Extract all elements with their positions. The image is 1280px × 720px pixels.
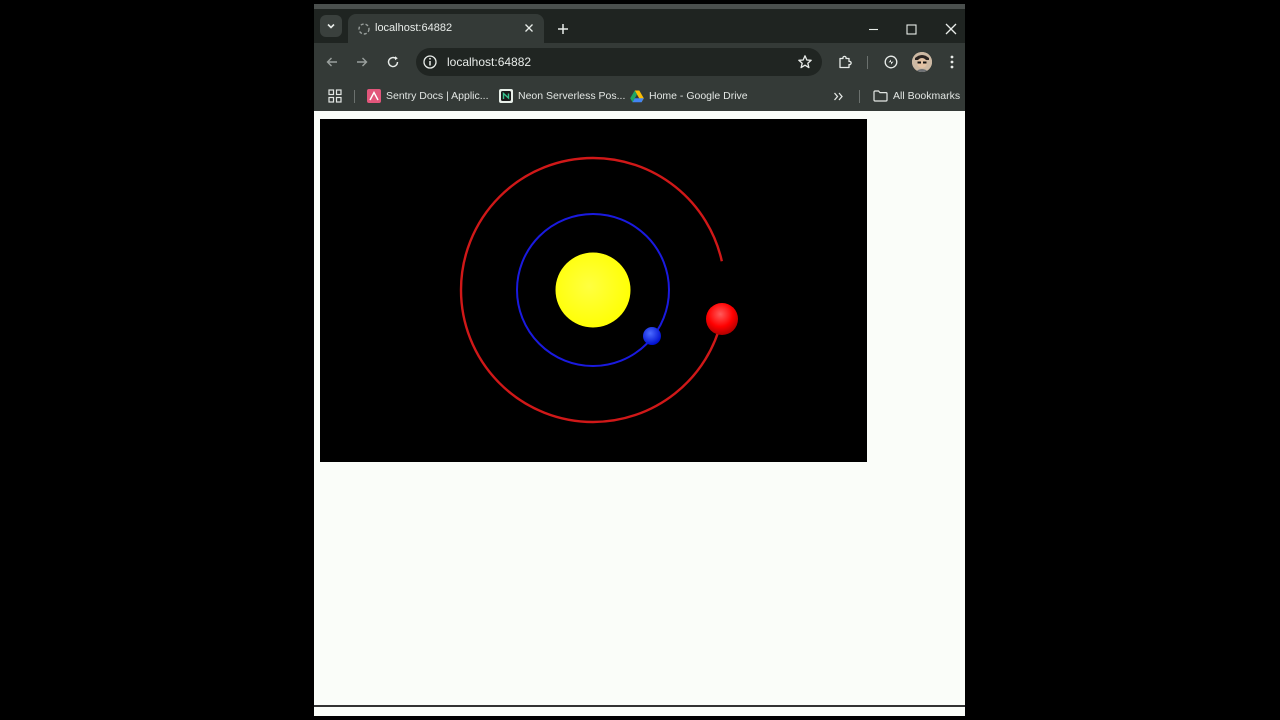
maximize-button[interactable] [898, 17, 924, 41]
bookmark-item-neon[interactable]: Neon Serverless Pos... [499, 88, 625, 104]
new-tab-button[interactable] [552, 18, 574, 40]
more-vertical-icon [950, 55, 954, 69]
extensions-button[interactable] [834, 51, 856, 73]
tab-close-button[interactable] [520, 19, 538, 37]
bookmarks-divider [859, 90, 860, 103]
sync-icon [884, 55, 898, 69]
chevron-down-icon [327, 23, 335, 29]
toolbar-divider [867, 56, 868, 69]
tab-title: localhost:64882 [375, 22, 453, 34]
bookmark-label: Neon Serverless Pos... [518, 90, 626, 102]
bookmark-label: Sentry Docs | Applic... [386, 90, 489, 102]
navigation-toolbar: localhost:64882 [314, 43, 965, 81]
outer-planet [706, 303, 738, 335]
profile-avatar[interactable] [912, 52, 932, 72]
bookmarks-divider [354, 90, 355, 103]
solar-system-canvas [320, 119, 867, 462]
google-drive-icon [630, 90, 644, 102]
reload-button[interactable] [382, 51, 404, 73]
active-tab[interactable]: localhost:64882 [348, 14, 544, 43]
tab-search-button[interactable] [320, 15, 342, 37]
url-text: localhost:64882 [447, 55, 532, 69]
bottom-border [314, 705, 965, 707]
bookmarks-bar: Sentry Docs | Applic... Neon Serverless … [314, 81, 965, 111]
page-content [314, 111, 965, 709]
screen: localhost:64882 localhost:64882 Sentry D… [0, 0, 1280, 720]
profile-photo-icon [912, 52, 932, 72]
page-favicon-icon [358, 23, 370, 35]
bookmark-star-icon[interactable] [797, 54, 813, 70]
arrow-left-icon [326, 57, 337, 67]
minimize-icon [868, 28, 878, 30]
minimize-button[interactable] [860, 17, 886, 41]
reload-icon [387, 56, 399, 68]
close-window-button[interactable] [938, 17, 964, 41]
sentry-icon [367, 89, 381, 103]
solar-system-scene [320, 119, 867, 462]
more-bookmarks-button[interactable] [833, 88, 844, 104]
browser-window: localhost:64882 localhost:64882 Sentry D… [314, 4, 965, 716]
site-info-icon[interactable] [422, 54, 438, 70]
folder-icon [873, 90, 888, 102]
bookmark-label: Home - Google Drive [649, 90, 748, 102]
tab-strip: localhost:64882 [314, 9, 965, 43]
puzzle-piece-icon [839, 55, 852, 69]
inner-planet [643, 327, 661, 345]
sun [555, 252, 631, 328]
bookmark-item-google-drive[interactable]: Home - Google Drive [630, 88, 748, 104]
arrow-right-icon [357, 57, 368, 67]
plus-icon [558, 24, 568, 34]
sync-button[interactable] [880, 51, 902, 73]
close-icon [945, 23, 957, 35]
back-button[interactable] [321, 51, 343, 73]
all-bookmarks-label: All Bookmarks [893, 90, 961, 102]
browser-menu-button[interactable] [941, 51, 963, 73]
apps-grid-icon [328, 89, 342, 103]
close-icon [525, 24, 533, 32]
address-bar[interactable]: localhost:64882 [416, 48, 822, 76]
all-bookmarks-button[interactable]: All Bookmarks [873, 88, 960, 104]
forward-button[interactable] [351, 51, 373, 73]
bookmark-item-sentry[interactable]: Sentry Docs | Applic... [367, 88, 489, 104]
apps-button[interactable] [328, 88, 342, 104]
double-chevron-right-icon [834, 92, 843, 100]
maximize-icon [905, 23, 917, 35]
neon-icon [499, 89, 513, 103]
